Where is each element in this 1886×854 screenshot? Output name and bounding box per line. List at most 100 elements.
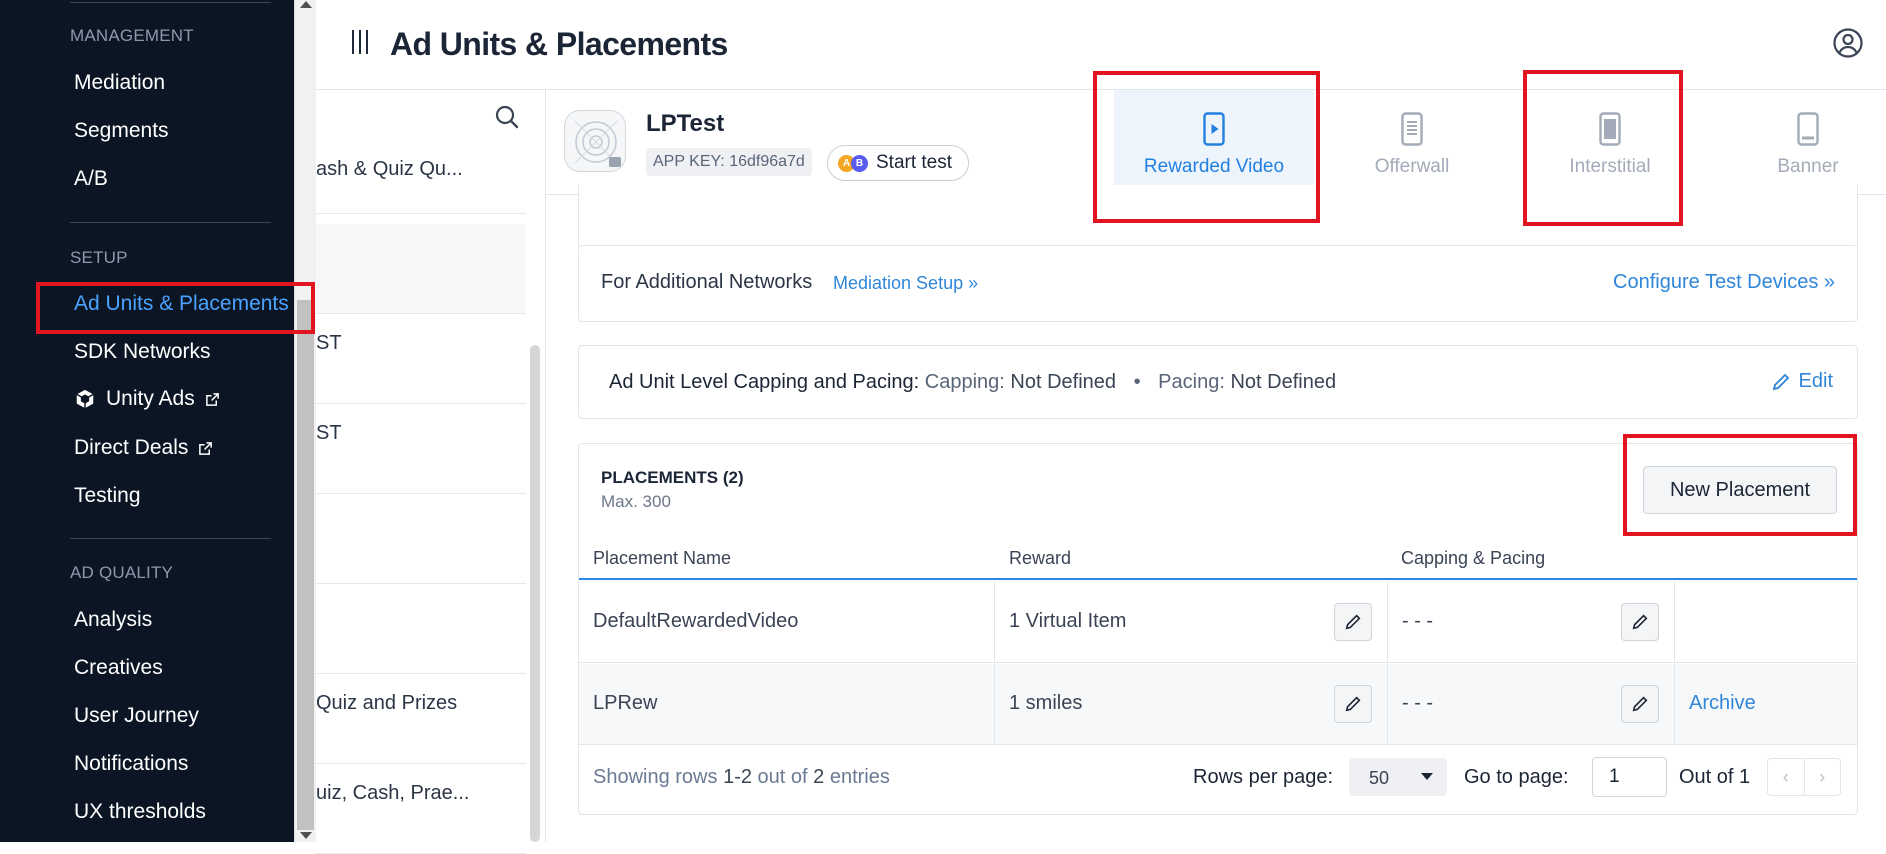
- go-to-page-input[interactable]: [1592, 757, 1667, 797]
- capping-label: Capping:: [924, 371, 1005, 393]
- nav-item-segments[interactable]: Segments: [74, 119, 169, 143]
- tab-label: Interstitial: [1569, 156, 1651, 177]
- tab-rewarded-video[interactable]: Rewarded Video: [1114, 90, 1314, 195]
- app-header: LPTest APP KEY: 16df96a7d AB Start test …: [546, 90, 1886, 195]
- previous-section-card: [578, 185, 1858, 249]
- rows-per-page-select[interactable]: 50: [1349, 758, 1447, 796]
- offerwall-icon: [1401, 112, 1423, 146]
- sidenav-scrollbar[interactable]: [294, 0, 316, 842]
- tab-offerwall[interactable]: Offerwall: [1312, 90, 1512, 195]
- placements-title: PLACEMENTS (2): [601, 468, 744, 487]
- edit-reward-button[interactable]: [1334, 603, 1372, 641]
- nav-item-analysis[interactable]: Analysis: [74, 608, 152, 632]
- archive-link[interactable]: Archive: [1689, 692, 1756, 715]
- banner-icon: [1797, 112, 1819, 146]
- pencil-icon: [1632, 696, 1648, 712]
- user-account-icon[interactable]: [1832, 27, 1864, 59]
- nav-item-notifications[interactable]: Notifications: [74, 752, 188, 776]
- go-to-page-label: Go to page:: [1464, 766, 1569, 788]
- app-list-item[interactable]: uiz, Cash, Prae...: [316, 764, 526, 854]
- table-row: LPRew 1 smiles - - - Archive: [579, 664, 1857, 745]
- next-page-button[interactable]: ›: [1803, 759, 1841, 795]
- pagination: ‹ ›: [1767, 758, 1841, 796]
- nav-item-direct-deals[interactable]: Direct Deals: [74, 436, 213, 460]
- scroll-up-arrow-icon[interactable]: [300, 1, 312, 8]
- capping-pacing-summary: Ad Unit Level Capping and Pacing: Cappin…: [609, 371, 1336, 394]
- configure-test-devices-link[interactable]: Configure Test Devices »: [1613, 271, 1835, 294]
- nav-item-label: Analysis: [74, 608, 153, 631]
- nav-item-ux-thresholds[interactable]: UX thresholds: [74, 800, 206, 824]
- app-list-item-label: ash & Quiz Qu...: [316, 158, 463, 180]
- nav-item-ad-units-placements[interactable]: Ad Units & Placements: [74, 292, 289, 316]
- cell-actions: Archive: [1675, 664, 1857, 745]
- nav-section-management: MANAGEMENT: [70, 26, 194, 45]
- table-row: DefaultRewardedVideo 1 Virtual Item - - …: [579, 582, 1857, 663]
- edit-reward-button[interactable]: [1334, 685, 1372, 723]
- nav-item-label: Testing: [74, 484, 141, 507]
- tab-banner[interactable]: Banner: [1708, 90, 1886, 195]
- nav-item-label: UX thresholds: [74, 800, 206, 823]
- app-list-item[interactable]: Quiz and Prizes: [316, 674, 526, 764]
- edit-capping-pacing-button[interactable]: [1621, 685, 1659, 723]
- new-placement-button[interactable]: New Placement: [1643, 466, 1837, 514]
- pencil-icon: [1345, 614, 1361, 630]
- search-icon[interactable]: [494, 104, 520, 130]
- app-list-item[interactable]: ST: [316, 314, 526, 404]
- pencil-icon: [1345, 696, 1361, 712]
- pencil-icon: [1772, 373, 1789, 390]
- nav-item-creatives[interactable]: Creatives: [74, 656, 163, 680]
- nav-divider: [70, 538, 271, 539]
- placements-table-header: Placement Name Reward Capping & Pacing: [579, 536, 1857, 580]
- placements-max: Max. 300: [601, 492, 671, 511]
- tab-label: Rewarded Video: [1143, 156, 1285, 177]
- nav-item-mediation[interactable]: Mediation: [74, 71, 165, 95]
- external-link-icon: [205, 392, 219, 406]
- app-list-item[interactable]: ash & Quiz Qu...: [316, 140, 526, 214]
- app-list-item-selected[interactable]: [316, 224, 526, 314]
- ab-test-icon: AB: [838, 154, 868, 172]
- app-list-item[interactable]: [316, 584, 526, 674]
- nav-item-label: SDK Networks: [74, 340, 211, 363]
- app-key-badge[interactable]: APP KEY: 16df96a7d: [646, 148, 812, 176]
- app-list-item-label: Quiz and Prizes: [316, 692, 458, 714]
- menu-toggle-icon[interactable]: [352, 30, 372, 54]
- nav-item-label: A/B: [74, 167, 108, 190]
- nav-divider: [70, 2, 271, 3]
- capping-pacing-card: Ad Unit Level Capping and Pacing: Cappin…: [578, 345, 1858, 419]
- nav-item-label: Unity Ads: [106, 387, 195, 410]
- start-test-button[interactable]: AB Start test: [827, 145, 970, 181]
- nav-item-label: Creatives: [74, 656, 163, 679]
- unity-logo-icon: [76, 389, 94, 409]
- app-placeholder-icon: [574, 120, 621, 167]
- scrollbar-thumb[interactable]: [297, 300, 314, 830]
- nav-item-sdk-networks[interactable]: SDK Networks: [74, 340, 211, 364]
- separator-dot: •: [1133, 371, 1141, 393]
- side-navigation: MANAGEMENT Mediation Segments A/B SETUP …: [0, 0, 294, 842]
- capping-pacing-label: Ad Unit Level Capping and Pacing:: [609, 371, 920, 393]
- scroll-down-arrow-icon[interactable]: [300, 832, 312, 839]
- column-header-placement-name[interactable]: Placement Name: [593, 548, 731, 569]
- app-list-item[interactable]: ST: [316, 404, 526, 494]
- start-test-label: Start test: [876, 152, 953, 173]
- nav-item-user-journey[interactable]: User Journey: [74, 704, 199, 728]
- app-list-scrollbar[interactable]: [530, 345, 540, 842]
- edit-capping-pacing-button[interactable]: [1621, 603, 1659, 641]
- edit-label: Edit: [1798, 370, 1833, 392]
- total-pages-label: Out of 1: [1679, 766, 1751, 788]
- column-header-capping-pacing[interactable]: Capping & Pacing: [1401, 548, 1545, 569]
- app-list-item[interactable]: [316, 494, 526, 584]
- app-name: LPTest: [646, 110, 725, 137]
- previous-page-button[interactable]: ‹: [1768, 759, 1804, 795]
- nav-item-ab[interactable]: A/B: [74, 167, 108, 191]
- interstitial-icon: [1599, 112, 1621, 146]
- tab-interstitial[interactable]: Interstitial: [1510, 90, 1710, 195]
- nav-item-unity-ads[interactable]: Unity Ads: [74, 387, 220, 411]
- cell-capping: - - -: [1388, 664, 1675, 745]
- mediation-setup-link[interactable]: Mediation Setup »: [833, 273, 978, 294]
- nav-item-testing[interactable]: Testing: [74, 484, 141, 508]
- column-header-reward[interactable]: Reward: [1009, 548, 1071, 569]
- nav-item-label: Segments: [74, 119, 169, 142]
- edit-capping-button[interactable]: Edit: [1771, 370, 1833, 393]
- chevron-down-icon: [1421, 773, 1433, 780]
- nav-item-label: User Journey: [74, 704, 199, 727]
